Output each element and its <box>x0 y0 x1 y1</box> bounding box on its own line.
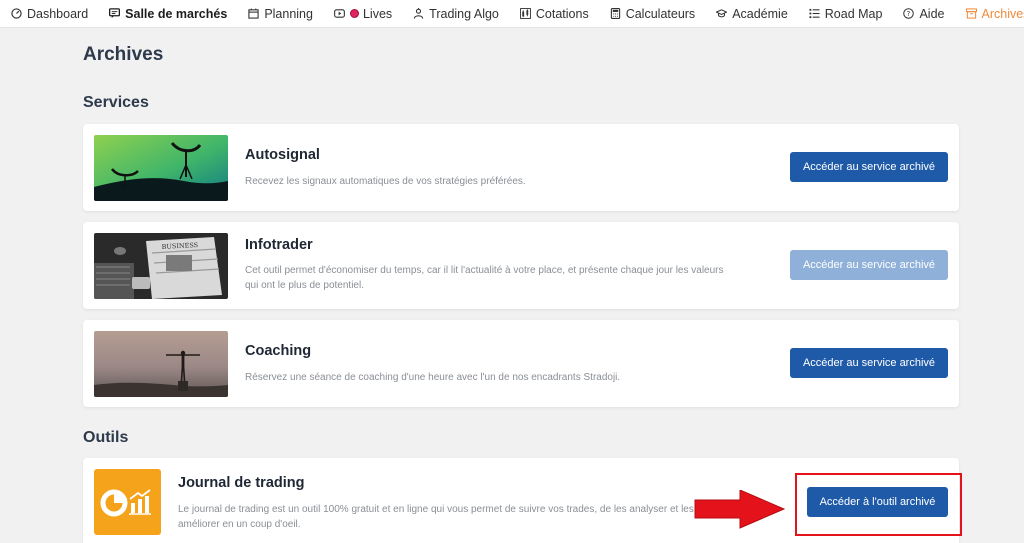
play-icon <box>334 9 345 18</box>
robot-icon <box>413 8 424 19</box>
nav-archives-label: Archives <box>981 6 1024 21</box>
infotrader-access-button[interactable]: Accéder au service archivé <box>790 250 948 280</box>
nav-cotations[interactable]: Cotations <box>519 0 589 28</box>
coaching-image <box>94 331 228 397</box>
journal-icon <box>94 469 161 535</box>
nav-road-map-label: Road Map <box>824 6 883 21</box>
annotation-highlight-box <box>795 473 962 536</box>
autosignal-image <box>94 135 228 201</box>
annotation-arrow-icon <box>694 490 786 529</box>
nav-aide-label: Aide <box>919 6 945 21</box>
nav-trading-algo-label: Trading Algo <box>429 6 499 21</box>
nav-planning-label: Planning <box>264 6 313 21</box>
nav-aide[interactable]: ? Aide <box>903 0 945 28</box>
coaching-title: Coaching <box>245 343 312 359</box>
journal-description: Le journal de trading est un outil 100% … <box>178 504 694 530</box>
calculator-icon <box>610 8 620 19</box>
live-indicator-icon <box>349 9 359 18</box>
nav-cotations-label: Cotations <box>535 6 589 21</box>
infotrader-title: Infotrader <box>245 237 313 253</box>
nav-academie[interactable]: Académie <box>716 0 788 28</box>
autosignal-access-button[interactable]: Accéder au service archivé <box>790 152 948 182</box>
nav-calculateurs[interactable]: Calculateurs <box>610 0 695 28</box>
calendar-icon <box>248 8 259 19</box>
nav-calculateurs-label: Calculateurs <box>625 6 696 21</box>
tools-heading: Outils <box>83 429 129 446</box>
chat-icon <box>109 8 121 19</box>
graduation-cap-icon <box>716 9 728 18</box>
autosignal-title: Autosignal <box>245 147 320 163</box>
coaching-access-button[interactable]: Accéder au service archivé <box>790 348 948 378</box>
infotrader-image: BUSINESS <box>94 233 228 299</box>
coaching-description: Réservez une séance de coaching d'une he… <box>245 372 621 383</box>
nav-salle-de-marches[interactable]: Salle de marchés <box>109 0 227 28</box>
nav-salle-label: Salle de marchés <box>125 6 228 21</box>
page-title: Archives <box>83 44 164 65</box>
nav-lives-label: Lives <box>362 6 393 21</box>
nav-academie-label: Académie <box>732 6 788 21</box>
service-card-coaching: Coaching Réservez une séance de coaching… <box>83 320 959 407</box>
journal-title: Journal de trading <box>178 475 305 491</box>
list-icon <box>809 8 820 19</box>
help-icon: ? <box>903 8 915 19</box>
service-card-infotrader: BUSINESS Infotrader Cet outil permet d'é… <box>83 222 959 309</box>
autosignal-description: Recevez les signaux automatiques de vos … <box>245 176 526 187</box>
service-card-autosignal: Autosignal Recevez les signaux automatiq… <box>83 124 959 211</box>
nav-road-map[interactable]: Road Map <box>809 0 883 28</box>
svg-text:?: ? <box>907 10 911 18</box>
dashboard-icon <box>11 8 22 19</box>
nav-planning[interactable]: Planning <box>248 0 313 28</box>
nav-lives[interactable]: Lives <box>334 0 392 28</box>
infotrader-description: Cet outil permet d'économiser du temps, … <box>245 265 724 291</box>
top-navigation: Dashboard Salle de marchés Planning Live… <box>0 0 1024 28</box>
services-heading: Services <box>83 94 149 111</box>
nav-trading-algo[interactable]: Trading Algo <box>413 0 499 28</box>
nav-archives[interactable]: Archives <box>965 0 1024 28</box>
nav-dashboard[interactable]: Dashboard <box>11 0 88 28</box>
archive-icon <box>965 8 977 19</box>
candles-icon <box>519 8 531 19</box>
nav-dashboard-label: Dashboard <box>27 6 89 21</box>
